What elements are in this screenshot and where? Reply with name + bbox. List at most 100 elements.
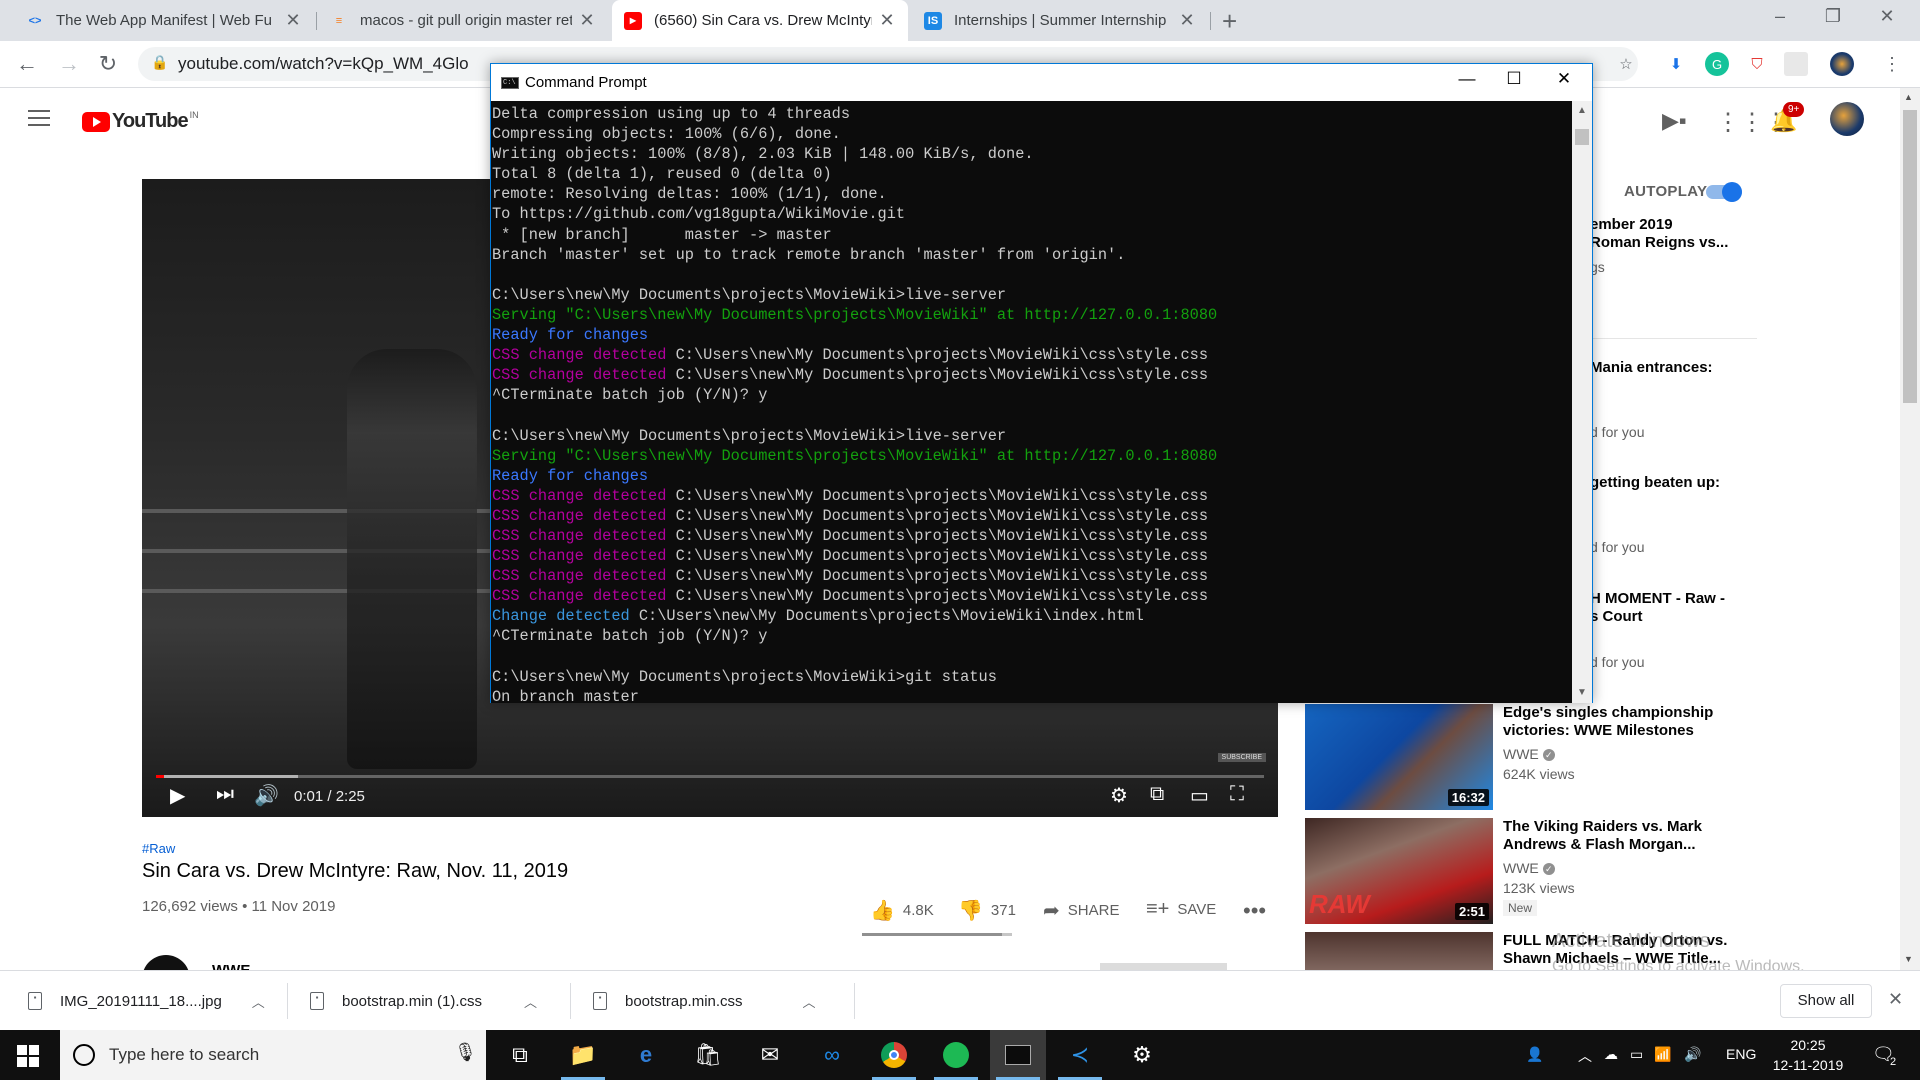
video-thumbnail[interactable] xyxy=(1305,932,1493,970)
rec-title[interactable]: The Viking Raiders vs. Mark Andrews & Fl… xyxy=(1503,818,1763,854)
extension-icon[interactable] xyxy=(1784,52,1808,76)
windows-start-icon[interactable] xyxy=(17,1045,39,1067)
rec-title-fragment[interactable]: ember 2019 xyxy=(1590,216,1673,234)
file-explorer-icon[interactable]: 📁 xyxy=(555,1030,611,1080)
rec-title-fragment[interactable]: getting beaten up: xyxy=(1590,474,1720,492)
download-arrow-icon[interactable]: ⬇ xyxy=(1664,52,1688,76)
back-arrow-icon[interactable]: ← xyxy=(12,51,42,77)
arduino-icon[interactable]: ∞ xyxy=(804,1030,860,1080)
share-button[interactable]: ➦ SHARE xyxy=(1043,898,1119,923)
chevron-up-icon[interactable]: ︿ xyxy=(1578,1046,1592,1066)
scroll-up-arrow-icon[interactable]: ▲ xyxy=(1577,105,1587,116)
tab-close-icon[interactable]: ✕ xyxy=(578,10,596,31)
mail-icon[interactable]: ✉ xyxy=(742,1030,798,1080)
taskbar-search-box[interactable]: Type here to search 🎙 xyxy=(60,1030,486,1080)
tab-close-icon[interactable]: ✕ xyxy=(878,10,896,31)
minimize-icon[interactable]: — xyxy=(1444,69,1490,97)
miniplayer-icon[interactable]: ⧉ xyxy=(1150,783,1164,806)
chrome-icon[interactable] xyxy=(866,1030,922,1080)
scroll-up-arrow-icon[interactable]: ▲ xyxy=(1904,92,1913,102)
forward-arrow-icon[interactable]: → xyxy=(54,51,84,77)
chevron-up-icon[interactable]: ︿ xyxy=(803,992,816,1011)
minimize-icon[interactable]: – xyxy=(1765,6,1795,27)
autoplay-toggle[interactable] xyxy=(1706,182,1742,202)
download-item[interactable]: ▪ bootstrap.min.css ︿ xyxy=(593,971,816,1031)
reload-icon[interactable]: ↻ xyxy=(93,51,123,77)
settings-gear-icon[interactable]: ⚙ xyxy=(1114,1030,1170,1080)
download-item[interactable]: ▪ IMG_20191111_18....jpg ︿ xyxy=(28,971,265,1031)
close-icon[interactable]: ✕ xyxy=(1541,69,1587,97)
like-button[interactable]: 👍 4.8K xyxy=(870,898,934,923)
theater-mode-icon[interactable]: ▭ xyxy=(1190,783,1209,808)
user-avatar[interactable] xyxy=(1830,102,1864,136)
next-icon[interactable]: ⏭ xyxy=(216,783,234,806)
close-icon[interactable]: ✕ xyxy=(1888,989,1903,1010)
command-prompt-taskbar-icon[interactable] xyxy=(990,1030,1046,1080)
onedrive-icon[interactable]: ☁ xyxy=(1604,1046,1618,1063)
rec-title-fragment[interactable]: H MOMENT - Raw - xyxy=(1590,590,1725,608)
task-view-icon[interactable]: ⧉ xyxy=(492,1030,548,1080)
command-prompt-window[interactable]: C:\ Command Prompt — ☐ ✕ Delta compressi… xyxy=(490,63,1593,703)
progress-bar[interactable] xyxy=(156,775,1264,778)
page-scrollbar[interactable]: ▲ ▼ xyxy=(1900,88,1920,970)
spotify-icon[interactable] xyxy=(928,1030,984,1080)
network-icon[interactable]: 📶 xyxy=(1654,1046,1671,1063)
video-hashtag[interactable]: #Raw xyxy=(142,841,175,856)
scrollbar-thumb[interactable] xyxy=(1903,110,1917,403)
recommendation-item[interactable]: 16:32 Edge's singles championship victor… xyxy=(1305,704,1775,816)
chevron-up-icon[interactable]: ︿ xyxy=(524,992,537,1011)
star-icon[interactable]: ☆ xyxy=(1614,52,1638,76)
menu-icon[interactable] xyxy=(28,110,50,131)
volume-icon[interactable]: 🔊 xyxy=(254,783,279,808)
recommendation-item[interactable]: RAW 2:51 The Viking Raiders vs. Mark And… xyxy=(1305,818,1775,930)
shield-icon[interactable]: ⛉ xyxy=(1745,52,1769,76)
settings-gear-icon[interactable]: ⚙ xyxy=(1110,783,1128,808)
volume-icon[interactable]: 🔊 xyxy=(1684,1046,1701,1063)
grammarly-icon[interactable]: G xyxy=(1705,52,1729,76)
tab-stackoverflow[interactable]: ≡ macos - git pull origin master ret ✕ xyxy=(318,0,608,41)
tab-close-icon[interactable]: ✕ xyxy=(284,10,302,31)
edge-browser-icon[interactable]: e xyxy=(618,1030,674,1080)
create-video-icon[interactable]: ▶▪ xyxy=(1662,108,1687,134)
rec-title-fragment[interactable]: Mania entrances: xyxy=(1590,359,1713,377)
tab-close-icon[interactable]: ✕ xyxy=(1178,10,1196,31)
play-icon[interactable]: ▶ xyxy=(170,783,185,808)
fullscreen-icon[interactable]: ⛶ xyxy=(1230,783,1244,806)
rec-channel[interactable]: WWE ✓ xyxy=(1503,860,1555,876)
save-button[interactable]: ≡+ SAVE xyxy=(1146,898,1216,921)
more-actions-icon[interactable]: ••• xyxy=(1243,898,1266,924)
tab-youtube[interactable]: ▶ (6560) Sin Cara vs. Drew McIntyre ✕ xyxy=(612,0,908,41)
rec-title-fragment[interactable]: Roman Reigns vs... xyxy=(1590,234,1728,252)
battery-icon[interactable]: ▭ xyxy=(1630,1046,1643,1063)
rec-title[interactable]: Edge's singles championship victories: W… xyxy=(1503,704,1763,740)
video-thumbnail[interactable]: RAW 2:51 xyxy=(1305,818,1493,924)
rec-title-fragment[interactable]: s Court xyxy=(1590,608,1643,626)
scroll-down-arrow-icon[interactable]: ▼ xyxy=(1904,954,1913,964)
language-indicator[interactable]: ENG xyxy=(1726,1046,1756,1062)
people-icon[interactable]: 👤 xyxy=(1526,1046,1543,1063)
restore-icon[interactable]: ❐ xyxy=(1818,6,1848,27)
maximize-icon[interactable]: ☐ xyxy=(1491,69,1537,97)
microsoft-store-icon[interactable]: 🛍 xyxy=(680,1030,736,1080)
tab-internships[interactable]: IS Internships | Summer Internship ✕ xyxy=(912,0,1208,41)
scrollbar-thumb[interactable] xyxy=(1575,129,1589,145)
video-thumbnail[interactable]: 16:32 xyxy=(1305,704,1493,810)
show-all-button[interactable]: Show all xyxy=(1780,984,1872,1018)
tab-web-app-manifest[interactable]: <> The Web App Manifest | Web Fu ✕ xyxy=(14,0,314,41)
rec-channel[interactable]: WWE ✓ xyxy=(1503,746,1555,762)
chevron-up-icon[interactable]: ︿ xyxy=(252,992,265,1011)
system-clock[interactable]: 20:25 12-11-2019 xyxy=(1768,1035,1848,1075)
microphone-icon[interactable]: 🎙 xyxy=(454,1042,477,1063)
new-tab-icon[interactable]: + xyxy=(1222,6,1237,37)
cmd-terminal-output[interactable]: Delta compression using up to 4 threads C… xyxy=(491,101,1572,703)
profile-avatar[interactable] xyxy=(1830,52,1854,76)
scroll-down-arrow-icon[interactable]: ▼ xyxy=(1577,687,1587,698)
cmd-scrollbar[interactable]: ▲ ▼ xyxy=(1572,101,1592,703)
cmd-titlebar[interactable]: C:\ Command Prompt — ☐ ✕ xyxy=(491,64,1592,101)
youtube-logo[interactable]: YouTube IN xyxy=(82,110,199,133)
subscribe-watermark[interactable]: SUBSCRIBE xyxy=(1217,753,1266,762)
close-icon[interactable]: ✕ xyxy=(1872,6,1902,27)
download-item[interactable]: ▪ bootstrap.min (1).css ︿ xyxy=(310,971,537,1031)
dislike-button[interactable]: 👎 371 xyxy=(958,898,1016,923)
vscode-icon[interactable]: ≺ xyxy=(1052,1030,1108,1080)
